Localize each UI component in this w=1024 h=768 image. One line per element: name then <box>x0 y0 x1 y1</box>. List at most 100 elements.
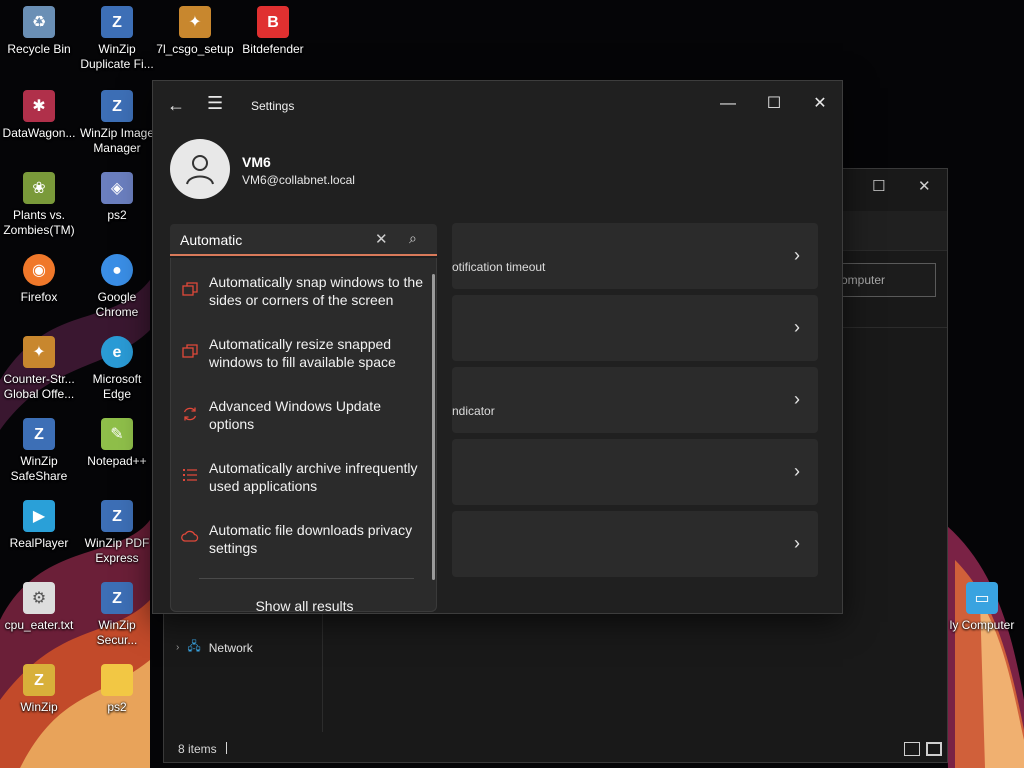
tiles-view-icon[interactable] <box>926 742 942 756</box>
winzip-secure-icon: Z <box>101 582 133 614</box>
desktop-icon-recycle-bin[interactable]: ♻ Recycle Bin <box>0 6 78 57</box>
maximize-icon[interactable]: ☐ <box>751 89 797 119</box>
settings-card[interactable]: › <box>452 295 818 361</box>
settings-card[interactable]: ndicator › <box>452 367 818 433</box>
ps2-icon: ◈ <box>101 172 133 204</box>
search-result-label: Automatically snap windows to the sides … <box>209 274 423 308</box>
chevron-right-icon: › <box>794 389 800 409</box>
desktop-icon-label: 7l_csgo_setup <box>156 42 234 56</box>
realplayer-icon: ▶ <box>23 500 55 532</box>
bitdefender-icon: B <box>257 6 289 38</box>
settings-card[interactable]: › <box>452 511 818 577</box>
firefox-icon: ◉ <box>23 254 55 286</box>
desktop-icon-label: WinZip SafeShare <box>10 454 68 483</box>
settings-card-label: otification timeout <box>452 260 546 274</box>
chevron-right-icon[interactable]: › <box>176 642 179 653</box>
text-file-icon: ⚙ <box>23 582 55 614</box>
explorer-search-placeholder: omputer <box>841 273 886 287</box>
desktop-icon-label: WinZip PDF Express <box>84 536 150 565</box>
results-scrollbar[interactable] <box>432 274 435 580</box>
back-arrow-icon[interactable]: ← <box>167 95 185 116</box>
desktop-icon-microsoft-edge[interactable]: e Microsoft Edge <box>78 336 156 402</box>
desktop-icon-firefox[interactable]: ◉ Firefox <box>0 254 78 305</box>
search-result-label: Automatic file downloads privacy setting… <box>209 522 413 556</box>
winzip-icon: Z <box>101 6 133 38</box>
search-result-item[interactable]: Advanced Windows Update options <box>171 394 426 446</box>
desktop-icon-ps2-folder[interactable]: ps2 <box>78 664 156 715</box>
search-result-item[interactable]: Automatically snap windows to the sides … <box>171 270 426 322</box>
snap-window-icon <box>171 270 209 322</box>
desktop-icon-label: WinZip <box>20 700 58 714</box>
status-separator <box>226 742 227 754</box>
desktop-icon-label: Plants vs. Zombies(TM) <box>3 208 75 237</box>
desktop-icon-winzip-duplicate[interactable]: Z WinZip Duplicate Fi... <box>78 6 156 72</box>
show-all-results-link[interactable]: Show all results <box>171 598 438 614</box>
settings-search-box[interactable]: ✕ ⌕ <box>170 224 437 256</box>
desktop-icon-winzip-image[interactable]: Z WinZip Image Manager <box>78 90 156 156</box>
app-list-icon <box>171 456 209 508</box>
desktop-icon-winzip[interactable]: Z WinZip <box>0 664 78 715</box>
settings-card-label: ndicator <box>452 404 495 418</box>
close-icon[interactable]: ✕ <box>797 89 843 119</box>
search-result-item[interactable]: Automatically resize snapped windows to … <box>171 332 426 384</box>
desktop-icon-label: Recycle Bin <box>7 42 71 56</box>
desktop-icon-realplayer[interactable]: ▶ RealPlayer <box>0 500 78 551</box>
desktop-icon-google-chrome[interactable]: ● Google Chrome <box>78 254 156 320</box>
settings-card[interactable]: otification timeout › <box>452 223 818 289</box>
cloud-icon <box>171 518 209 570</box>
settings-window[interactable]: ← ☰ Settings — ☐ ✕ VM6 VM6@collabnet.loc… <box>152 80 843 614</box>
desktop-icon-label: ps2 <box>107 700 127 714</box>
chevron-right-icon: › <box>794 533 800 553</box>
desktop-icon-label: cpu_eater.txt <box>4 618 74 632</box>
snap-window-icon <box>171 332 209 384</box>
search-result-item[interactable]: Automatically archive infrequently used … <box>171 456 426 508</box>
csgo-icon: ✦ <box>23 336 55 368</box>
desktop-icon-label: ly Computer <box>949 618 1015 632</box>
settings-card[interactable]: › <box>452 439 818 505</box>
desktop-icon-my-computer[interactable]: ▭ ly Computer <box>940 582 1024 633</box>
desktop-icon-label: WinZip Secur... <box>96 618 138 647</box>
desktop-icon-plants-vs-zombies[interactable]: ❀ Plants vs. Zombies(TM) <box>0 172 78 238</box>
desktop-icon-notepadpp[interactable]: ✎ Notepad++ <box>78 418 156 469</box>
desktop-icon-label: WinZip Duplicate Fi... <box>80 42 154 71</box>
explorer-search-input[interactable]: omputer <box>832 263 936 297</box>
edge-icon: e <box>101 336 133 368</box>
desktop-icon-label: RealPlayer <box>9 536 69 550</box>
desktop-icon-bitdefender[interactable]: B Bitdefender <box>234 6 312 57</box>
winzip-icon: Z <box>23 664 55 696</box>
desktop-icon-winzip-safeshare[interactable]: Z WinZip SafeShare <box>0 418 78 484</box>
hamburger-menu-icon[interactable]: ☰ <box>207 93 223 114</box>
avatar[interactable] <box>170 139 230 199</box>
settings-search-input[interactable] <box>180 230 360 250</box>
desktop-icon-label: DataWagon... <box>2 126 76 140</box>
desktop-icon-winzip-pdf[interactable]: Z WinZip PDF Express <box>78 500 156 566</box>
desktop-icon-label: Google Chrome <box>95 290 139 319</box>
desktop-icon-label: Notepad++ <box>87 454 147 468</box>
desktop-icon-cpu-eater[interactable]: ⚙ cpu_eater.txt <box>0 582 78 633</box>
desktop-icon-label: Firefox <box>20 290 58 304</box>
clear-search-icon[interactable]: ✕ <box>375 230 388 248</box>
search-icon[interactable]: ⌕ <box>409 230 417 247</box>
desktop-icon-csgo-setup[interactable]: ✦ 7l_csgo_setup <box>156 6 234 57</box>
user-icon <box>186 155 214 185</box>
winzip-safeshare-icon: Z <box>23 418 55 450</box>
details-view-icon[interactable] <box>904 742 920 756</box>
maximize-icon[interactable]: ☐ <box>872 177 885 195</box>
desktop-icon-ps2[interactable]: ◈ ps2 <box>78 172 156 223</box>
desktop-icon-label: Microsoft Edge <box>92 372 142 401</box>
minimize-icon[interactable]: — <box>705 89 751 119</box>
desktop-icon-label: ps2 <box>107 208 127 222</box>
search-result-item[interactable]: Automatic file downloads privacy setting… <box>171 518 426 570</box>
notepadpp-icon: ✎ <box>101 418 133 450</box>
desktop-icon-winzip-secure[interactable]: Z WinZip Secur... <box>78 582 156 648</box>
nav-item-network[interactable]: › 🖧 Network <box>176 637 253 658</box>
winzip-pdf-icon: Z <box>101 500 133 532</box>
desktop-icon-label: Counter-Str... Global Offe... <box>3 372 75 401</box>
explorer-pane-divider <box>322 613 323 732</box>
nav-item-label: Network <box>208 640 253 655</box>
close-icon[interactable]: ✕ <box>918 177 931 195</box>
desktop-icon-counter-strike[interactable]: ✦ Counter-Str... Global Offe... <box>0 336 78 402</box>
network-icon: 🖧 <box>187 639 201 653</box>
chrome-icon: ● <box>101 254 133 286</box>
desktop-icon-datawagon[interactable]: ✱ DataWagon... <box>0 90 78 141</box>
